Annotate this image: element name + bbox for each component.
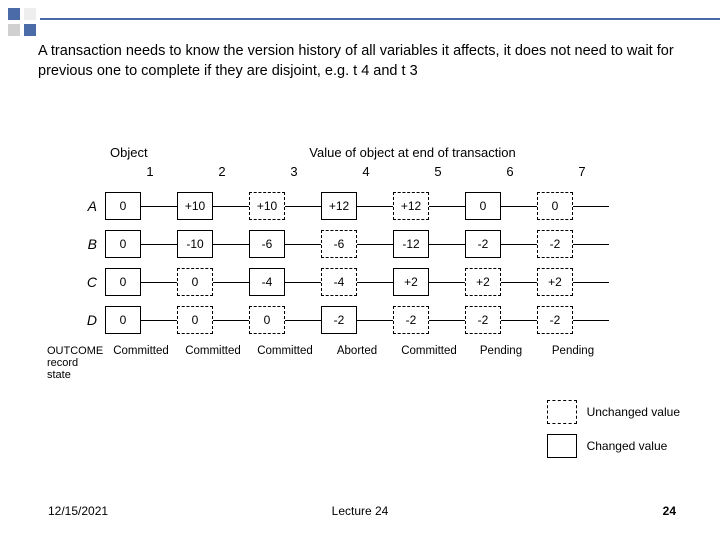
value-cell: +10 [249, 192, 285, 220]
object-row: C00-4-4+2+2+2 [75, 263, 650, 301]
object-row: B0 -10 -6 -6 -12 -2 -2 [75, 225, 650, 263]
legend-unchanged-label: Unchanged value [587, 405, 680, 419]
legend-changed: Changed value [547, 434, 680, 458]
value-cell: 0 [105, 230, 141, 258]
outcome-cell: Committed [393, 345, 465, 357]
value-cell: +2 [465, 268, 501, 296]
legend-changed-label: Changed value [587, 439, 668, 453]
outcome-cell: Pending [537, 345, 609, 357]
column-header: 1 [135, 164, 165, 179]
outcome-label: OUTCOME record state [47, 345, 103, 381]
column-headers: 1 2 3 4 5 6 7 [135, 164, 650, 179]
outcome-cell: Aborted [321, 345, 393, 357]
value-cell: +12 [393, 192, 429, 220]
value-cell: -2 [465, 230, 501, 258]
value-cell: -6 [321, 230, 357, 258]
dashed-box-icon [547, 400, 577, 424]
value-cell: 0 [177, 268, 213, 296]
slide-footer: 12/15/2021 Lecture 24 24 [0, 504, 720, 518]
outcome-cell: Pending [465, 345, 537, 357]
value-cell: -4 [321, 268, 357, 296]
value-cell: -2 [321, 306, 357, 334]
value-cell: -2 [465, 306, 501, 334]
diagram-title: Value of object at end of transaction [175, 145, 650, 160]
value-cell: -2 [537, 230, 573, 258]
outcome-row: OUTCOME record state CommittedCommittedC… [75, 345, 650, 381]
value-cell: 0 [537, 192, 573, 220]
row-label: C [75, 274, 105, 290]
value-cell: 0 [105, 268, 141, 296]
value-cell: +2 [537, 268, 573, 296]
header-decoration [8, 8, 36, 36]
object-row: A0+10+10+12+1200 [75, 187, 650, 225]
value-cell: 0 [249, 306, 285, 334]
outcome-cell: Committed [177, 345, 249, 357]
value-cell: +12 [321, 192, 357, 220]
row-label: D [75, 312, 105, 328]
version-history-diagram: Object Value of object at end of transac… [75, 145, 650, 381]
footer-lecture: Lecture 24 [332, 504, 389, 518]
column-header: 3 [279, 164, 309, 179]
value-cell: 0 [177, 306, 213, 334]
object-row: D000-2-2-2-2 [75, 301, 650, 339]
value-cell: -2 [393, 306, 429, 334]
legend-unchanged: Unchanged value [547, 400, 680, 424]
value-cell: -4 [249, 268, 285, 296]
value-cell: 0 [105, 192, 141, 220]
footer-page-number: 24 [663, 504, 676, 518]
column-header: 5 [423, 164, 453, 179]
row-label: B [75, 236, 105, 252]
column-header: 4 [351, 164, 381, 179]
value-cell: +10 [177, 192, 213, 220]
column-header: 2 [207, 164, 237, 179]
column-header: 7 [567, 164, 597, 179]
slide-body-text: A transaction needs to know the version … [38, 42, 690, 81]
outcome-cell: Committed [249, 345, 321, 357]
footer-date: 12/15/2021 [48, 504, 108, 518]
value-cell: -2 [537, 306, 573, 334]
legend: Unchanged value Changed value [547, 400, 680, 468]
column-header: 6 [495, 164, 525, 179]
solid-box-icon [547, 434, 577, 458]
value-cell: -10 [177, 230, 213, 258]
outcome-cell: Committed [105, 345, 177, 357]
value-cell: 0 [465, 192, 501, 220]
object-column-label: Object [110, 145, 148, 160]
value-cell: -6 [249, 230, 285, 258]
value-cell: 0 [105, 306, 141, 334]
row-label: A [75, 198, 105, 214]
header-divider [40, 18, 720, 20]
value-cell: +2 [393, 268, 429, 296]
value-cell: -12 [393, 230, 429, 258]
